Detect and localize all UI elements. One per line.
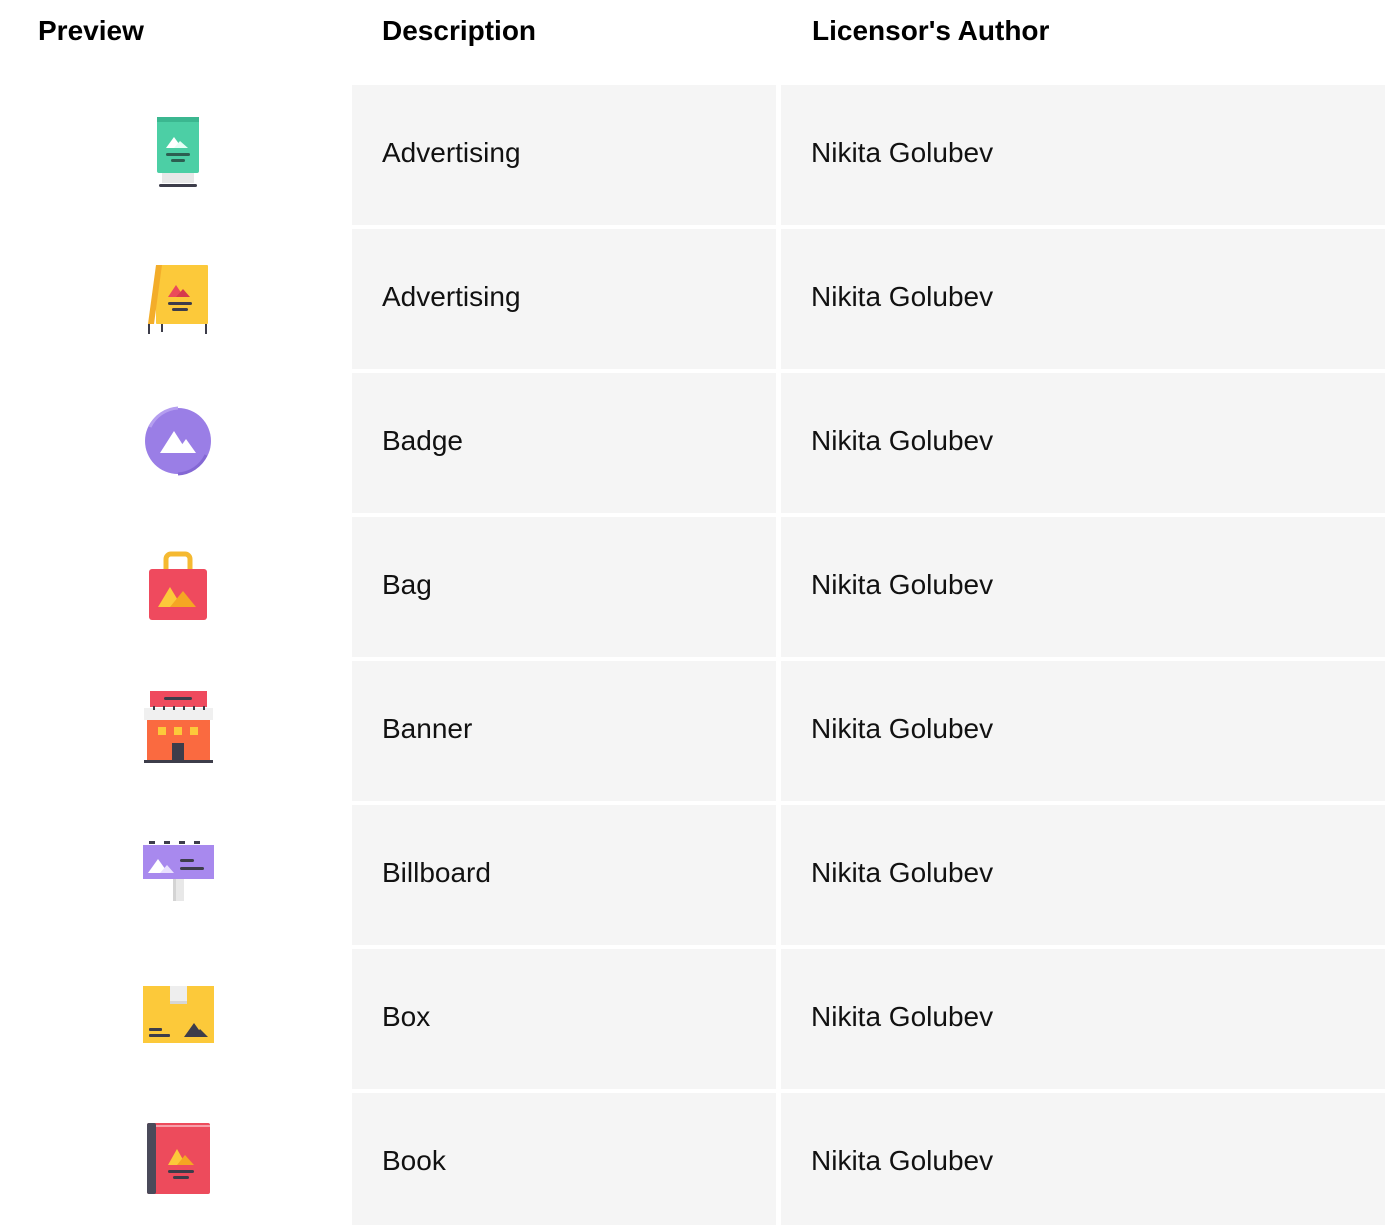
banner-icon — [138, 691, 218, 771]
author-cell: Nikita Golubev — [781, 373, 1385, 513]
table-row: Advertising Nikita Golubev — [0, 85, 1389, 225]
bag-icon — [138, 547, 218, 627]
description-cell: Banner — [352, 661, 776, 801]
description-text: Billboard — [382, 857, 491, 888]
book-icon — [138, 1123, 218, 1203]
preview-cell — [0, 949, 350, 1089]
author-text: Nikita Golubev — [811, 137, 994, 168]
description-text: Box — [382, 1001, 431, 1032]
description-cell: Box — [352, 949, 776, 1089]
description-text: Banner — [382, 713, 473, 744]
description-cell: Advertising — [352, 229, 776, 369]
table-row: Book Nikita Golubev — [0, 1093, 1389, 1225]
description-text: Advertising — [382, 137, 521, 168]
description-text: Bag — [382, 569, 432, 600]
description-cell: Billboard — [352, 805, 776, 945]
icon-license-table: Preview Description Licensor's Author Ad… — [0, 0, 1389, 1225]
advertising-board-icon — [138, 259, 218, 339]
preview-cell — [0, 85, 350, 225]
preview-cell — [0, 1093, 350, 1225]
author-cell: Nikita Golubev — [781, 229, 1385, 369]
author-text: Nikita Golubev — [811, 1001, 994, 1032]
author-cell: Nikita Golubev — [781, 1093, 1385, 1225]
header-preview: Preview — [38, 15, 144, 46]
table-row: Banner Nikita Golubev — [0, 661, 1389, 801]
description-cell: Advertising — [352, 85, 776, 225]
table-row: Badge Nikita Golubev — [0, 373, 1389, 513]
preview-cell — [0, 661, 350, 801]
box-icon — [138, 979, 218, 1059]
billboard-icon — [138, 835, 218, 915]
table-row: Billboard Nikita Golubev — [0, 805, 1389, 945]
description-cell: Badge — [352, 373, 776, 513]
author-text: Nikita Golubev — [811, 281, 994, 312]
table-header: Preview Description Licensor's Author — [0, 0, 1389, 64]
header-author: Licensor's Author — [812, 15, 1050, 46]
table-row: Advertising Nikita Golubev — [0, 229, 1389, 369]
author-cell: Nikita Golubev — [781, 661, 1385, 801]
author-cell: Nikita Golubev — [781, 85, 1385, 225]
advertising-stand-icon — [138, 115, 218, 195]
table-row: Bag Nikita Golubev — [0, 517, 1389, 657]
preview-cell — [0, 517, 350, 657]
badge-icon — [138, 403, 218, 483]
author-text: Nikita Golubev — [811, 1145, 994, 1176]
author-cell: Nikita Golubev — [781, 949, 1385, 1089]
description-text: Advertising — [382, 281, 521, 312]
header-description: Description — [382, 15, 537, 46]
preview-cell — [0, 373, 350, 513]
preview-cell — [0, 805, 350, 945]
author-text: Nikita Golubev — [811, 713, 994, 744]
author-text: Nikita Golubev — [811, 857, 994, 888]
description-text: Badge — [382, 425, 463, 456]
author-text: Nikita Golubev — [811, 569, 994, 600]
author-cell: Nikita Golubev — [781, 517, 1385, 657]
description-cell: Bag — [352, 517, 776, 657]
author-cell: Nikita Golubev — [781, 805, 1385, 945]
preview-cell — [0, 229, 350, 369]
table-row: Box Nikita Golubev — [0, 949, 1389, 1089]
description-cell: Book — [352, 1093, 776, 1225]
author-text: Nikita Golubev — [811, 425, 994, 456]
description-text: Book — [382, 1145, 446, 1176]
